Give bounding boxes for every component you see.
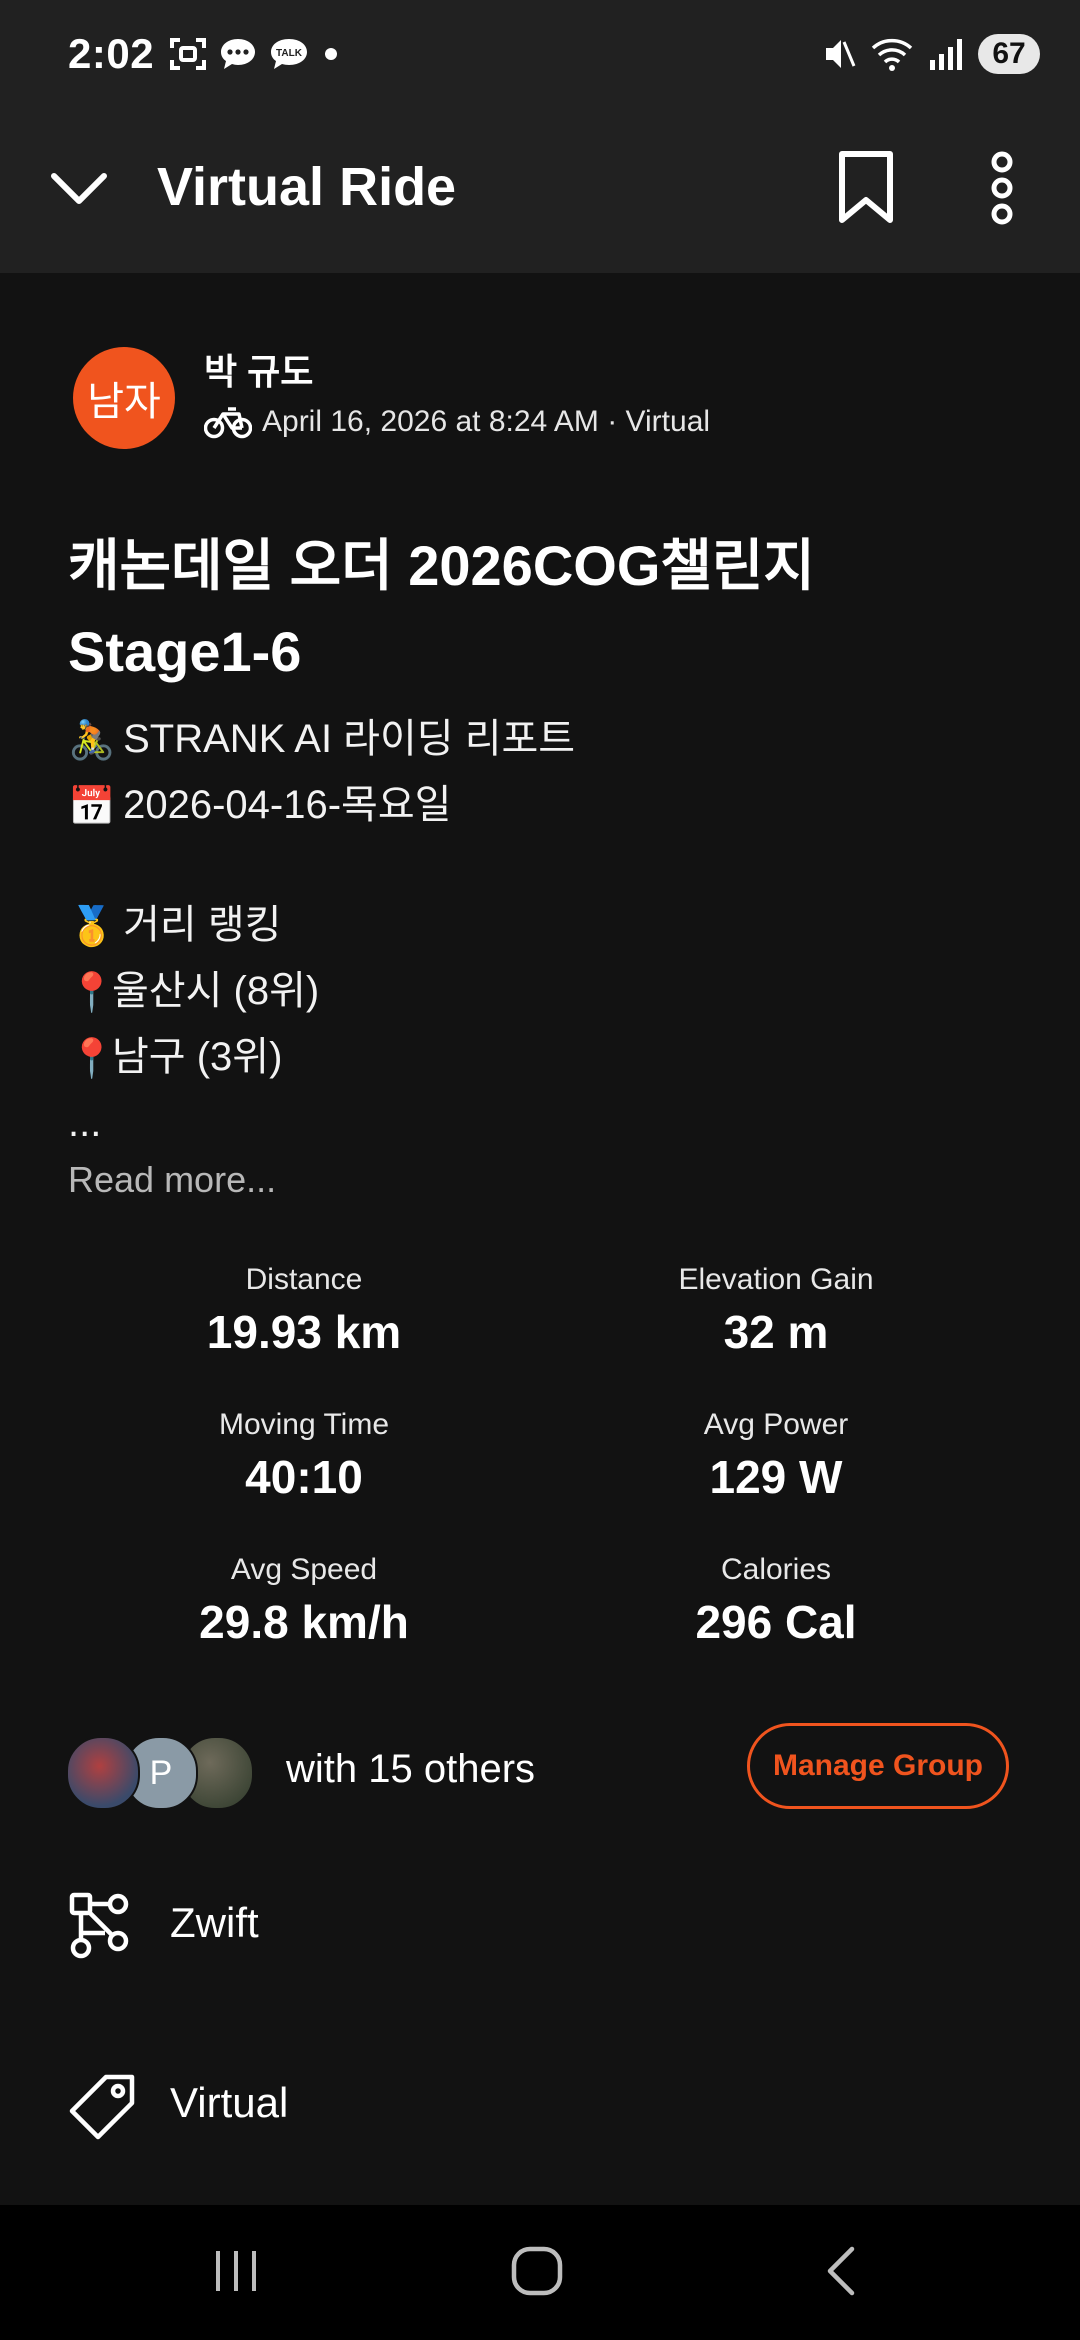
mute-icon	[826, 40, 856, 68]
stat-calories: Calories 296 Cal	[695, 1553, 857, 1648]
stat-distance: Distance 19.93 km	[206, 1263, 402, 1358]
pin-icon: 📍	[68, 1038, 116, 1081]
avatar[interactable]: 남자	[73, 347, 175, 449]
activity-meta: April 16, 2026 at 8:24 AM · Virtual	[204, 405, 710, 439]
back-icon[interactable]	[818, 2243, 868, 2299]
battery-indicator: 67	[978, 34, 1040, 74]
page-title: Virtual Ride	[157, 157, 457, 217]
tag-name: Virtual	[170, 2079, 289, 2126]
read-more-link[interactable]: Read more...	[68, 1159, 276, 1201]
description-ellipsis: ...	[68, 1101, 102, 1145]
kakaotalk-icon: TALK	[271, 39, 307, 69]
bike-icon	[204, 407, 252, 439]
more-options-icon[interactable]	[978, 148, 1026, 228]
stat-moving-time: Moving Time 40:10	[218, 1408, 390, 1503]
stat-avg-speed: Avg Speed 29.8 km/h	[199, 1553, 409, 1648]
tag-icon	[69, 2074, 135, 2140]
tag-row: Virtual	[0, 2053, 1080, 2153]
system-icons: 67	[822, 34, 1040, 74]
cyclist-icon: 🚴	[68, 720, 116, 763]
description-line: 📍남구 (3위)	[68, 1024, 575, 1090]
screenshot-icon	[170, 38, 206, 70]
signal-icon	[930, 39, 962, 70]
home-icon[interactable]	[508, 2243, 568, 2299]
wifi-icon	[871, 38, 913, 71]
device-connection-icon	[69, 1892, 129, 1959]
notification-icons: TALK	[168, 36, 342, 72]
description-line: 📍울산시 (8위)	[68, 958, 575, 1024]
status-bar: 2:02 TALK 67	[0, 0, 1080, 118]
medal-icon: 🥇	[68, 906, 116, 949]
device-row: Zwift	[0, 1873, 1080, 1973]
system-nav-bar	[0, 2205, 1080, 2340]
pin-icon: 📍	[68, 972, 116, 1015]
app-bar: Virtual Ride	[0, 118, 1080, 273]
bookmark-icon[interactable]	[834, 150, 898, 226]
svg-text:TALK: TALK	[276, 48, 303, 59]
stat-elevation-gain: Elevation Gain 32 m	[678, 1263, 874, 1358]
description-line: 🥇 거리 랭킹	[68, 892, 575, 958]
activity-detail: 남자 박 규도 April 16, 2026 at 8:24 AM · Virt…	[0, 273, 1080, 2205]
group-avatar-photo	[66, 1736, 140, 1810]
manage-group-button[interactable]: Manage Group	[747, 1723, 1009, 1809]
stat-avg-power: Avg Power 129 W	[703, 1408, 849, 1503]
group-activity-row[interactable]: P with 15 others Manage Group	[0, 1723, 1080, 1833]
description-line: 📅 2026-04-16-목요일	[68, 772, 575, 838]
activity-date: April 16, 2026 at 8:24 AM · Virtual	[262, 405, 711, 438]
recent-apps-icon[interactable]	[210, 2245, 262, 2295]
athlete-name[interactable]: 박 규도	[204, 343, 313, 395]
dot-icon	[325, 48, 337, 60]
activity-description: 🚴 STRANK AI 라이딩 리포트 📅 2026-04-16-목요일 🥇 거…	[68, 706, 575, 1156]
activity-title: 캐논데일 오더 2026COG챌린지 Stage1-6	[68, 534, 815, 683]
status-time: 2:02	[68, 30, 155, 77]
description-line: 🚴 STRANK AI 라이딩 리포트	[68, 706, 575, 772]
device-name: Zwift	[170, 1899, 259, 1946]
message-icon	[221, 39, 255, 69]
chevron-down-icon[interactable]	[48, 158, 110, 220]
group-count-text: with 15 others	[286, 1747, 536, 1791]
calendar-icon: 📅	[68, 786, 116, 829]
